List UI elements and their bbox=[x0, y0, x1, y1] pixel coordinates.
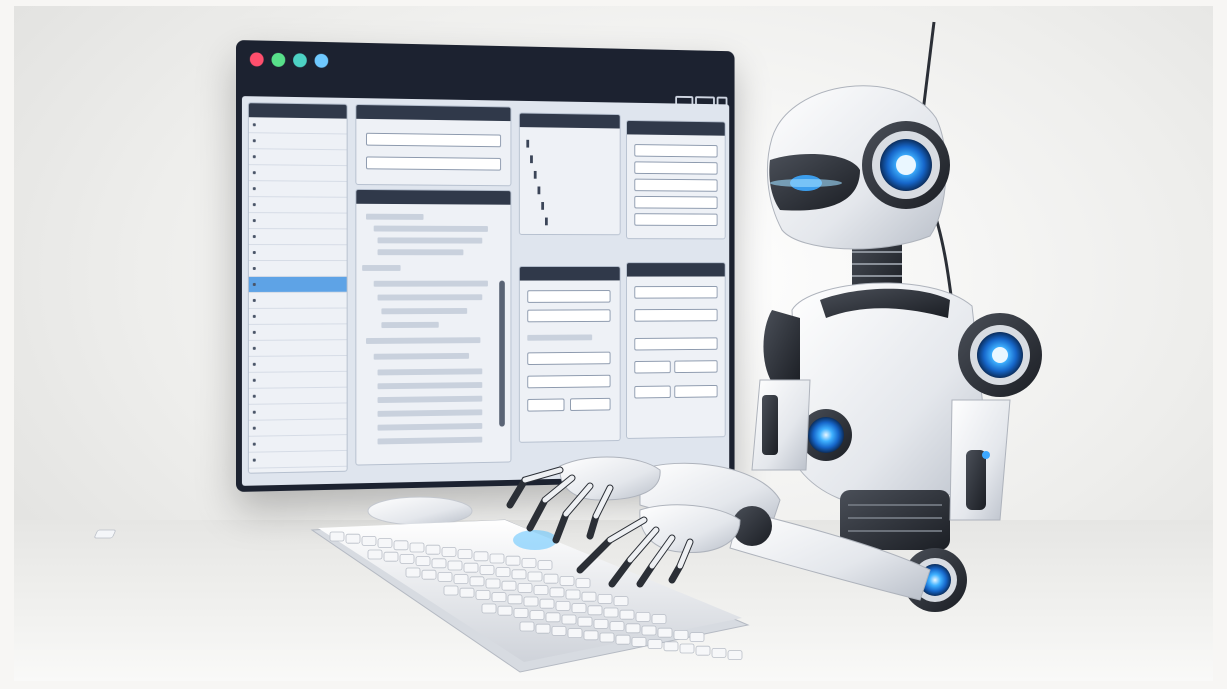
keyboard-key bbox=[647, 639, 663, 649]
keyboard-key bbox=[425, 544, 441, 555]
keyboard-key bbox=[651, 614, 667, 624]
keyboard-key bbox=[583, 630, 599, 641]
keyboard-key bbox=[599, 632, 615, 643]
keyboard-key bbox=[491, 592, 507, 602]
keyboard-key bbox=[345, 533, 361, 544]
keyboard-key bbox=[555, 601, 571, 611]
keyboard-key bbox=[545, 612, 561, 623]
keyboard-key bbox=[559, 576, 575, 586]
keyboard-key bbox=[539, 598, 555, 609]
keyboard-key bbox=[575, 578, 591, 588]
keyboard-key bbox=[673, 630, 689, 640]
keyboard bbox=[94, 519, 750, 673]
keyboard-key bbox=[609, 621, 625, 631]
keyboard-key bbox=[549, 587, 565, 598]
keyboard-key bbox=[463, 562, 479, 573]
keyboard-key bbox=[571, 603, 587, 613]
keyboard-key bbox=[587, 605, 603, 616]
keyboard-key bbox=[507, 594, 523, 605]
keyboard-key bbox=[527, 571, 543, 582]
keyboard-key bbox=[551, 626, 567, 636]
keyboard-key bbox=[641, 625, 657, 636]
keyboard-key bbox=[519, 621, 535, 632]
keyboard-key bbox=[459, 587, 475, 598]
keyboard-key bbox=[501, 580, 517, 591]
keyboard-key bbox=[521, 558, 537, 568]
keyboard-key bbox=[535, 623, 551, 634]
keyboard-key bbox=[415, 556, 431, 566]
keyboard-key bbox=[679, 643, 695, 654]
keyboard-key bbox=[479, 565, 495, 575]
keyboard-key bbox=[421, 569, 437, 580]
keyboard-key bbox=[635, 612, 651, 622]
keyboard-key bbox=[473, 551, 489, 562]
keyboard-key bbox=[529, 610, 545, 620]
keyboard-key bbox=[511, 569, 527, 580]
scene bbox=[0, 0, 1227, 689]
keyboard-key bbox=[485, 578, 501, 589]
keyboard-key bbox=[447, 560, 463, 571]
keyboard-key bbox=[561, 614, 577, 625]
keyboard-key bbox=[603, 607, 619, 618]
keyboard-key bbox=[481, 603, 497, 614]
keyboard-key bbox=[443, 585, 459, 596]
keyboard-key bbox=[441, 547, 457, 557]
keyboard-key bbox=[631, 637, 647, 647]
keyboard-key bbox=[657, 627, 673, 638]
keyboard-key bbox=[543, 573, 559, 584]
keyboard-key bbox=[453, 574, 469, 584]
keyboard-key bbox=[567, 628, 583, 638]
mouse bbox=[367, 496, 473, 526]
keyboard-key bbox=[625, 623, 641, 634]
keyboard-key bbox=[409, 542, 425, 553]
keyboard-key bbox=[613, 596, 629, 606]
keyboard-key bbox=[533, 585, 549, 595]
keyboard-key bbox=[581, 591, 597, 602]
keyboard-key bbox=[495, 567, 511, 577]
keyboard-key bbox=[405, 567, 421, 578]
keyboard-key bbox=[577, 616, 593, 627]
keyboard-key bbox=[615, 634, 631, 645]
keyboard-key bbox=[367, 549, 383, 560]
keyboard-key bbox=[593, 619, 609, 629]
keyboard-key bbox=[597, 594, 613, 604]
keyboard-key bbox=[475, 590, 491, 600]
keyboard-key bbox=[711, 648, 727, 658]
keyboard-key bbox=[431, 558, 447, 569]
keyboard-key bbox=[695, 645, 711, 656]
keyboard-key bbox=[437, 572, 453, 582]
keyboard-key bbox=[513, 608, 529, 618]
keyboard-key bbox=[619, 609, 635, 620]
keyboard-key bbox=[329, 531, 345, 542]
keyboard-key bbox=[393, 540, 409, 551]
keyboard-key bbox=[663, 641, 679, 652]
keyboard-key bbox=[489, 553, 505, 564]
keyboard-key bbox=[399, 554, 415, 564]
keyboard-key bbox=[517, 583, 533, 593]
keyboard-key bbox=[505, 555, 521, 566]
keyboard-key bbox=[689, 632, 705, 642]
keyboard-key bbox=[361, 536, 377, 546]
keyboard-key bbox=[377, 538, 393, 548]
keyboard-key bbox=[727, 650, 743, 660]
keyboard-key bbox=[469, 576, 485, 587]
robot-illustration bbox=[94, 21, 1042, 673]
keyboard-key bbox=[537, 560, 553, 570]
keyboard-key bbox=[457, 549, 473, 559]
keyboard-key bbox=[497, 605, 513, 616]
keyboard-key bbox=[383, 551, 399, 562]
keyboard-key bbox=[565, 589, 581, 600]
keyboard-key bbox=[523, 596, 539, 607]
